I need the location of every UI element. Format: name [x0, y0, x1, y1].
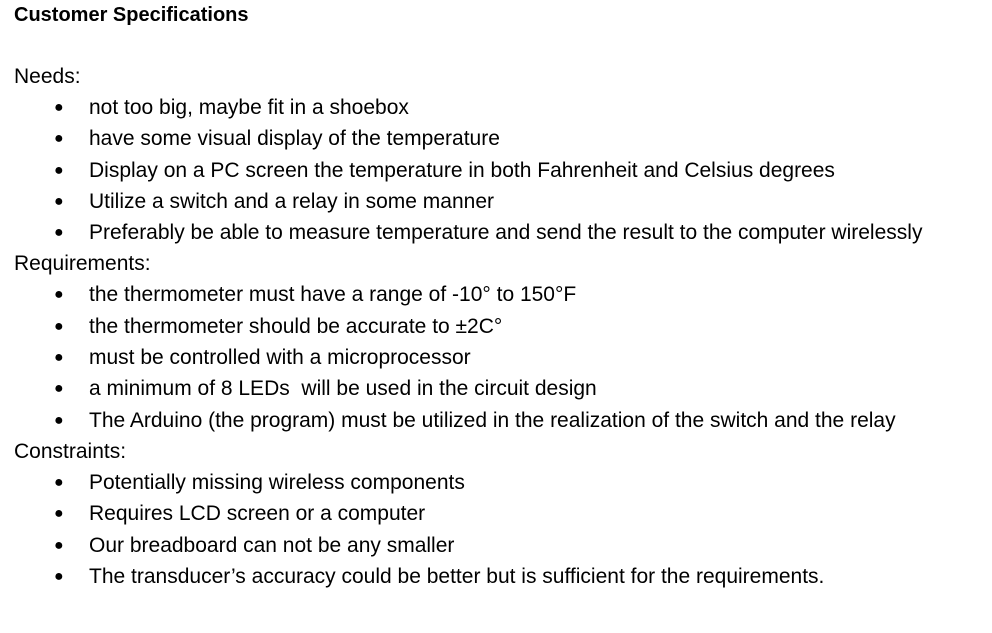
section-heading-constraints: Constraints: — [14, 439, 127, 463]
bullet-icon: ● — [54, 411, 64, 429]
list-item: ● not too big, maybe fit in a shoebox — [14, 92, 992, 123]
list-item-text: Display on a PC screen the temperature i… — [89, 158, 835, 182]
section-heading-needs: Needs: — [14, 65, 81, 88]
constraints-list: ● Potentially missing wireless components… — [14, 467, 992, 592]
list-item: ● Requires LCD screen or a computer — [14, 498, 992, 529]
list-item-text: a minimum of 8 LEDs will be used in the … — [89, 377, 597, 401]
bullet-icon: ● — [54, 567, 64, 585]
list-item: ● The transducer’s accuracy could be bett… — [14, 561, 992, 592]
list-item-text: must be controlled with a microprocessor — [89, 346, 471, 370]
bullet-icon: ● — [54, 286, 64, 304]
bullet-icon: ● — [54, 317, 64, 335]
document-page: Customer Specifications Needs: ● not too … — [0, 0, 992, 633]
needs-list: ● not too big, maybe fit in a shoebox ● ha… — [14, 92, 992, 248]
bullet-icon: ● — [54, 473, 64, 491]
list-item-text: Utilize a switch and a relay in some man… — [89, 189, 495, 213]
list-item: ● Our breadboard can not be any smaller — [14, 530, 992, 561]
list-item-text: Our breadboard can not be any smaller — [89, 533, 455, 557]
list-item: ● Utilize a switch and a relay in some ma… — [14, 186, 992, 217]
section-needs: Needs: ● not too big, maybe fit in a shoe… — [14, 61, 992, 248]
bullet-icon: ● — [54, 192, 64, 210]
list-item-text: not too big, maybe fit in a shoebox — [89, 96, 409, 119]
list-item: ● the thermometer must have a range of -1… — [14, 279, 992, 310]
list-item: ● The Arduino (the program) must be utili… — [14, 405, 992, 436]
bullet-icon: ● — [54, 161, 64, 179]
section-constraints: Constraints: ● Potentially missing wirele… — [14, 436, 992, 592]
list-item-text: The Arduino (the program) must be utiliz… — [89, 408, 896, 432]
requirements-list: ● the thermometer must have a range of -1… — [14, 279, 992, 435]
bullet-icon: ● — [54, 536, 64, 554]
list-item: ● have some visual display of the tempera… — [14, 123, 992, 154]
document-title: Customer Specifications — [14, 4, 249, 26]
bullet-icon: ● — [54, 99, 64, 116]
list-item-text: The transducer’s accuracy could be bette… — [89, 564, 825, 588]
list-item: ● the thermometer should be accurate to ±… — [14, 311, 992, 342]
section-requirements: Requirements: ● the thermometer must have… — [14, 248, 992, 435]
list-item: ● Potentially missing wireless components — [14, 467, 992, 498]
list-item-text: the thermometer must have a range of -10… — [89, 283, 577, 307]
bullet-icon: ● — [54, 349, 64, 367]
list-item: ● Display on a PC screen the temperature … — [14, 155, 992, 186]
list-item-text: the thermometer should be accurate to ±2… — [89, 314, 503, 338]
section-heading-requirements: Requirements: — [14, 252, 151, 276]
list-item-text: Requires LCD screen or a computer — [89, 502, 426, 526]
list-item-text: Potentially missing wireless components — [89, 470, 465, 494]
bullet-icon: ● — [54, 130, 64, 148]
bullet-icon: ● — [54, 505, 64, 523]
list-item-text: Preferably be able to measure temperatur… — [89, 221, 923, 245]
bullet-icon: ● — [54, 380, 64, 398]
list-item: ● must be controlled with a microprocesso… — [14, 342, 992, 373]
bullet-icon: ● — [54, 224, 64, 242]
list-item: ● a minimum of 8 LEDs will be used in the… — [14, 373, 992, 404]
list-item-text: have some visual display of the temperat… — [89, 127, 500, 151]
list-item: ● Preferably be able to measure temperatu… — [14, 217, 992, 248]
